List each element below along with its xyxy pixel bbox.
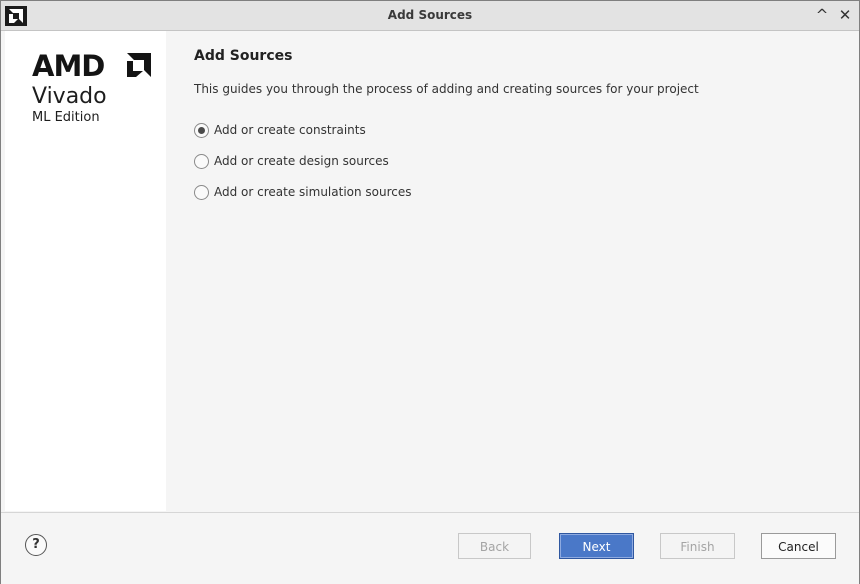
minimize-icon[interactable]: ^ [813, 6, 831, 24]
close-icon[interactable]: ✕ [836, 6, 854, 24]
option-label[interactable]: Add or create constraints [214, 123, 366, 137]
radio-button[interactable] [194, 154, 209, 169]
page-title: Add Sources [194, 48, 293, 64]
cancel-button[interactable]: Cancel [761, 533, 836, 559]
radio-button[interactable] [194, 185, 209, 200]
help-icon[interactable]: ? [25, 534, 47, 556]
option-label[interactable]: Add or create simulation sources [214, 185, 412, 199]
option-label[interactable]: Add or create design sources [214, 154, 389, 168]
sidebar-branding: AMD Vivado ML Edition [5, 31, 166, 511]
amd-logo-icon [127, 53, 151, 77]
title-bar: Add Sources ^ ✕ [1, 1, 859, 31]
amd-wordmark: AMD [32, 49, 105, 83]
product-name: Vivado [32, 84, 107, 109]
next-button[interactable]: Next [559, 533, 634, 559]
back-button[interactable]: Back [458, 533, 531, 559]
product-edition: ML Edition [32, 110, 100, 125]
add-sources-dialog: Add Sources ^ ✕ AMD Vivado ML Edition Ad… [0, 0, 860, 584]
page-description: This guides you through the process of a… [194, 82, 699, 96]
dialog-footer: ? Back Next Finish Cancel [1, 512, 859, 584]
main-panel: Add Sources This guides you through the … [166, 31, 859, 511]
radio-button[interactable] [194, 123, 209, 138]
window-title: Add Sources [387, 8, 473, 22]
finish-button[interactable]: Finish [660, 533, 735, 559]
